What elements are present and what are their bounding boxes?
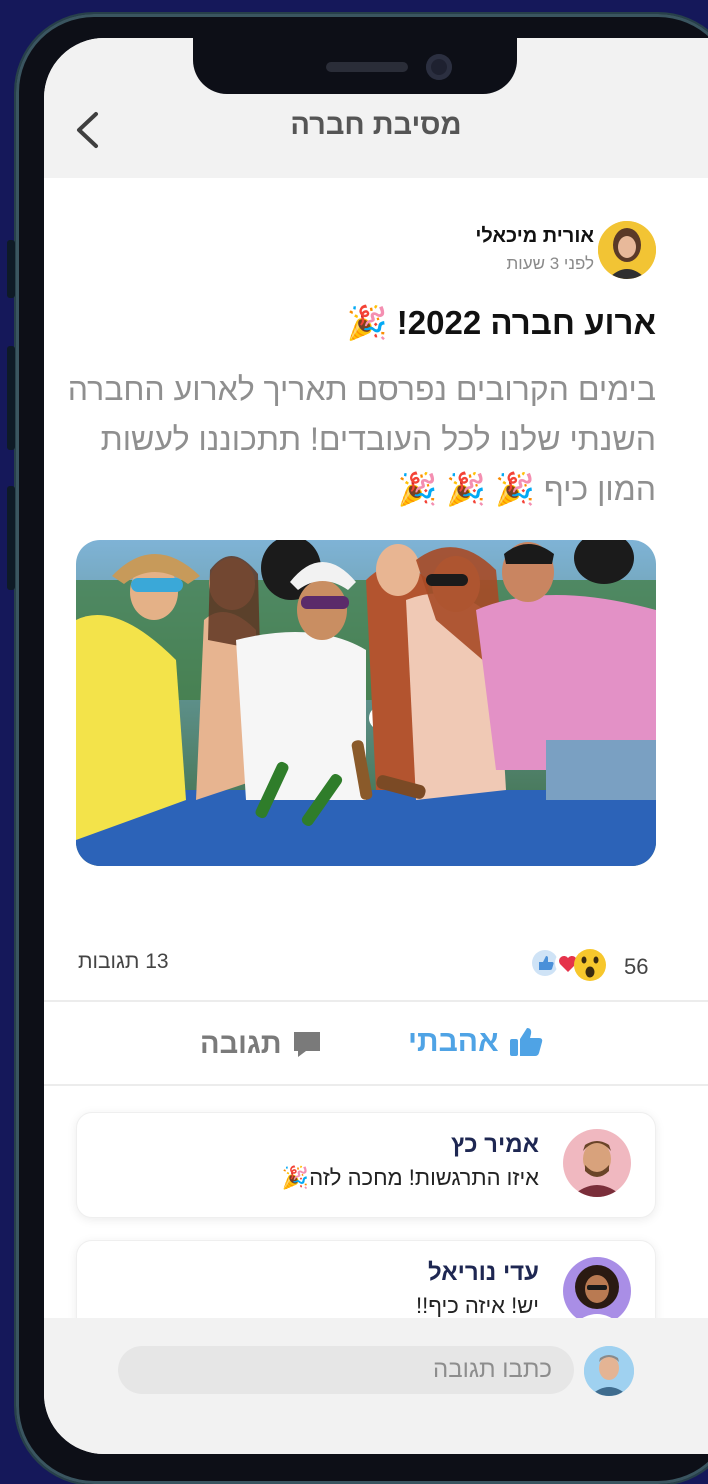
comment-item[interactable]: אמיר כץ איזו התרגשות! מחכה לזה🎉: [76, 1112, 656, 1218]
reply-label: תגובה: [200, 1027, 282, 1060]
phone-side-button: [7, 486, 15, 590]
thumbs-up-icon: [532, 950, 558, 976]
camera: [426, 54, 452, 80]
avatar[interactable]: [598, 221, 656, 279]
reply-button[interactable]: תגובה: [200, 1024, 322, 1064]
comment-icon: [293, 1032, 320, 1057]
reactions-count[interactable]: 56: [624, 954, 648, 980]
avatar[interactable]: [584, 1346, 634, 1396]
avatar[interactable]: [563, 1129, 631, 1197]
comments-count[interactable]: 13 תגובות: [78, 950, 169, 974]
post-time: לפני 3 שעות: [506, 254, 594, 273]
person-portrait-icon: [584, 1346, 634, 1396]
speaker: [326, 62, 408, 72]
comment-author[interactable]: עדי נוריאל: [428, 1259, 539, 1287]
divider: [44, 1084, 708, 1086]
thumbs-up-icon: [509, 1028, 542, 1056]
reply-bar: [44, 1318, 708, 1454]
page-title: מסיבת חברה: [290, 109, 462, 141]
like-button[interactable]: אהבתי: [408, 1022, 543, 1062]
comment-text: איזו התרגשות! מחכה לזה🎉: [281, 1165, 539, 1190]
phone-notch: [193, 38, 517, 94]
phone-side-button: [7, 240, 15, 298]
comment-author[interactable]: אמיר כץ: [451, 1131, 539, 1159]
author-name[interactable]: אורית מיכאלי: [475, 225, 594, 248]
comment-text: יש! איזה כיף!!: [415, 1293, 539, 1318]
divider: [44, 1000, 708, 1002]
party-photo-image: [76, 540, 656, 866]
post-body: בימים הקרובים נפרסם תאריך לארוע החברה הש…: [67, 371, 656, 507]
avatar[interactable]: [563, 1257, 631, 1325]
person-portrait-icon: [563, 1129, 631, 1197]
reaction-icons[interactable]: [530, 948, 612, 982]
person-portrait-icon: [598, 221, 656, 279]
phone-side-button: [7, 346, 15, 450]
reply-input[interactable]: [118, 1346, 574, 1394]
app-screen: מסיבת חברה אורית מיכאלי לפני 3 שעות ארוע…: [44, 38, 708, 1454]
like-label: אהבתי: [408, 1025, 499, 1058]
post-title: ארוע חברה 2022! 🎉: [346, 304, 656, 341]
person-portrait-icon: [563, 1257, 631, 1325]
post-image[interactable]: [76, 540, 656, 866]
wow-icon: [574, 949, 606, 981]
